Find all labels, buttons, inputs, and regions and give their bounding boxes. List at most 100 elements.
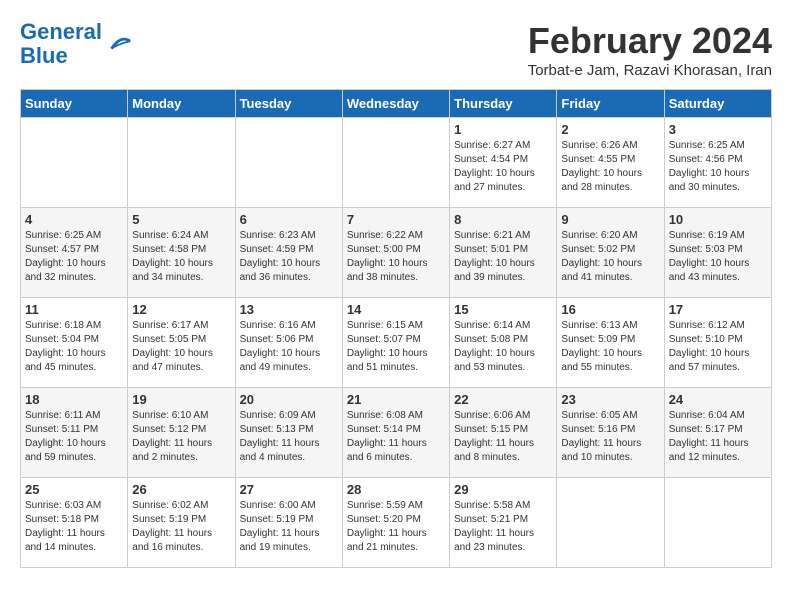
day-info: Sunrise: 6:16 AM Sunset: 5:06 PM Dayligh… xyxy=(240,319,338,375)
day-number: 6 xyxy=(240,212,338,227)
day-number: 11 xyxy=(25,302,123,317)
day-info: Sunrise: 6:19 AM Sunset: 5:03 PM Dayligh… xyxy=(669,229,767,285)
calendar-cell: 2Sunrise: 6:26 AM Sunset: 4:55 PM Daylig… xyxy=(557,118,664,208)
calendar-cell: 6 Sunrise: 6:23 AM Sunset: 4:59 PM Daylig… xyxy=(235,208,342,298)
calendar-cell: 14 Sunrise: 6:15 AM Sunset: 5:07 PM Dayli… xyxy=(342,298,449,388)
day-info: Sunrise: 6:23 AM Sunset: 4:59 PM Dayligh… xyxy=(240,229,338,285)
calendar-week-row: 1 Sunrise: 6:27 AM Sunset: 4:54 PM Daylig… xyxy=(21,118,772,208)
day-number: 16 xyxy=(561,302,659,317)
day-number: 7 xyxy=(347,212,445,227)
day-number: 29 xyxy=(454,482,552,497)
calendar-week-row: 4Sunrise: 6:25 AM Sunset: 4:57 PM Daylig… xyxy=(21,208,772,298)
calendar-cell xyxy=(21,118,128,208)
header-saturday: Saturday xyxy=(664,90,771,118)
day-info: Sunrise: 6:10 AM Sunset: 5:12 PM Dayligh… xyxy=(132,409,230,465)
day-number: 3 xyxy=(669,122,767,137)
calendar-cell: 3 Sunrise: 6:25 AM Sunset: 4:56 PM Daylig… xyxy=(664,118,771,208)
day-number: 12 xyxy=(132,302,230,317)
calendar-cell: 8 Sunrise: 6:21 AM Sunset: 5:01 PM Daylig… xyxy=(450,208,557,298)
calendar-cell: 21 Sunrise: 6:08 AM Sunset: 5:14 PM Dayli… xyxy=(342,388,449,478)
calendar-cell: 10 Sunrise: 6:19 AM Sunset: 5:03 PM Dayli… xyxy=(664,208,771,298)
calendar-cell xyxy=(664,478,771,568)
calendar-cell xyxy=(342,118,449,208)
day-info: Sunrise: 6:04 AM Sunset: 5:17 PM Dayligh… xyxy=(669,409,767,465)
calendar-cell: 23Sunrise: 6:05 AM Sunset: 5:16 PM Dayli… xyxy=(557,388,664,478)
day-number: 2 xyxy=(561,122,659,137)
day-info: Sunrise: 6:21 AM Sunset: 5:01 PM Dayligh… xyxy=(454,229,552,285)
logo-text: GeneralBlue xyxy=(20,20,102,68)
day-number: 18 xyxy=(25,392,123,407)
day-info: Sunrise: 6:11 AM Sunset: 5:11 PM Dayligh… xyxy=(25,409,123,465)
calendar-cell: 1 Sunrise: 6:27 AM Sunset: 4:54 PM Daylig… xyxy=(450,118,557,208)
calendar-cell: 27 Sunrise: 6:00 AM Sunset: 5:19 PM Dayli… xyxy=(235,478,342,568)
calendar-cell: 19Sunrise: 6:10 AM Sunset: 5:12 PM Dayli… xyxy=(128,388,235,478)
day-info: Sunrise: 6:13 AM Sunset: 5:09 PM Dayligh… xyxy=(561,319,659,375)
calendar-cell: 9 Sunrise: 6:20 AM Sunset: 5:02 PM Daylig… xyxy=(557,208,664,298)
day-info: Sunrise: 5:58 AM Sunset: 5:21 PM Dayligh… xyxy=(454,499,552,555)
day-number: 24 xyxy=(669,392,767,407)
calendar-week-row: 18 Sunrise: 6:11 AM Sunset: 5:11 PM Dayli… xyxy=(21,388,772,478)
day-info: Sunrise: 6:15 AM Sunset: 5:07 PM Dayligh… xyxy=(347,319,445,375)
calendar-cell: 24 Sunrise: 6:04 AM Sunset: 5:17 PM Dayli… xyxy=(664,388,771,478)
header-sunday: Sunday xyxy=(21,90,128,118)
day-number: 14 xyxy=(347,302,445,317)
calendar-cell: 4Sunrise: 6:25 AM Sunset: 4:57 PM Daylig… xyxy=(21,208,128,298)
calendar-cell: 5Sunrise: 6:24 AM Sunset: 4:58 PM Daylig… xyxy=(128,208,235,298)
calendar-cell: 11 Sunrise: 6:18 AM Sunset: 5:04 PM Dayli… xyxy=(21,298,128,388)
day-info: Sunrise: 6:18 AM Sunset: 5:04 PM Dayligh… xyxy=(25,319,123,375)
day-number: 1 xyxy=(454,122,552,137)
logo: GeneralBlue xyxy=(20,20,132,68)
day-number: 22 xyxy=(454,392,552,407)
day-info: Sunrise: 6:14 AM Sunset: 5:08 PM Dayligh… xyxy=(454,319,552,375)
day-number: 17 xyxy=(669,302,767,317)
day-info: Sunrise: 6:25 AM Sunset: 4:56 PM Dayligh… xyxy=(669,139,767,195)
location-subtitle: Torbat-e Jam, Razavi Khorasan, Iran xyxy=(528,62,772,79)
day-number: 25 xyxy=(25,482,123,497)
calendar-cell: 29 Sunrise: 5:58 AM Sunset: 5:21 PM Dayli… xyxy=(450,478,557,568)
day-info: Sunrise: 6:05 AM Sunset: 5:16 PM Dayligh… xyxy=(561,409,659,465)
month-title: February 2024 xyxy=(528,20,772,62)
day-number: 27 xyxy=(240,482,338,497)
calendar-cell: 18 Sunrise: 6:11 AM Sunset: 5:11 PM Dayli… xyxy=(21,388,128,478)
calendar-cell: 26 Sunrise: 6:02 AM Sunset: 5:19 PM Dayli… xyxy=(128,478,235,568)
calendar-cell xyxy=(557,478,664,568)
calendar-cell: 17Sunrise: 6:12 AM Sunset: 5:10 PM Dayli… xyxy=(664,298,771,388)
day-number: 21 xyxy=(347,392,445,407)
calendar-cell: 12 Sunrise: 6:17 AM Sunset: 5:05 PM Dayli… xyxy=(128,298,235,388)
header-tuesday: Tuesday xyxy=(235,90,342,118)
title-section: February 2024 Torbat-e Jam, Razavi Khora… xyxy=(528,20,772,79)
calendar-cell: 28Sunrise: 5:59 AM Sunset: 5:20 PM Dayli… xyxy=(342,478,449,568)
day-info: Sunrise: 6:08 AM Sunset: 5:14 PM Dayligh… xyxy=(347,409,445,465)
calendar-week-row: 11 Sunrise: 6:18 AM Sunset: 5:04 PM Dayli… xyxy=(21,298,772,388)
day-number: 20 xyxy=(240,392,338,407)
day-info: Sunrise: 6:27 AM Sunset: 4:54 PM Dayligh… xyxy=(454,139,552,195)
day-number: 10 xyxy=(669,212,767,227)
day-info: Sunrise: 5:59 AM Sunset: 5:20 PM Dayligh… xyxy=(347,499,445,555)
calendar-table: Sunday Monday Tuesday Wednesday Thursday… xyxy=(20,89,772,568)
header-wednesday: Wednesday xyxy=(342,90,449,118)
day-info: Sunrise: 6:00 AM Sunset: 5:19 PM Dayligh… xyxy=(240,499,338,555)
day-number: 13 xyxy=(240,302,338,317)
header-monday: Monday xyxy=(128,90,235,118)
day-info: Sunrise: 6:06 AM Sunset: 5:15 PM Dayligh… xyxy=(454,409,552,465)
day-info: Sunrise: 6:02 AM Sunset: 5:19 PM Dayligh… xyxy=(132,499,230,555)
day-number: 8 xyxy=(454,212,552,227)
calendar-cell: 20Sunrise: 6:09 AM Sunset: 5:13 PM Dayli… xyxy=(235,388,342,478)
page-header: GeneralBlue February 2024 Torbat-e Jam, … xyxy=(20,20,772,79)
day-info: Sunrise: 6:22 AM Sunset: 5:00 PM Dayligh… xyxy=(347,229,445,285)
calendar-cell: 7 Sunrise: 6:22 AM Sunset: 5:00 PM Daylig… xyxy=(342,208,449,298)
day-info: Sunrise: 6:20 AM Sunset: 5:02 PM Dayligh… xyxy=(561,229,659,285)
calendar-cell: 13 Sunrise: 6:16 AM Sunset: 5:06 PM Dayli… xyxy=(235,298,342,388)
calendar-week-row: 25 Sunrise: 6:03 AM Sunset: 5:18 PM Dayli… xyxy=(21,478,772,568)
header-friday: Friday xyxy=(557,90,664,118)
calendar-body: 1 Sunrise: 6:27 AM Sunset: 4:54 PM Daylig… xyxy=(21,118,772,568)
day-number: 4 xyxy=(25,212,123,227)
day-info: Sunrise: 6:03 AM Sunset: 5:18 PM Dayligh… xyxy=(25,499,123,555)
day-info: Sunrise: 6:17 AM Sunset: 5:05 PM Dayligh… xyxy=(132,319,230,375)
calendar-cell xyxy=(128,118,235,208)
calendar-cell: 15Sunrise: 6:14 AM Sunset: 5:08 PM Dayli… xyxy=(450,298,557,388)
calendar-cell: 25 Sunrise: 6:03 AM Sunset: 5:18 PM Dayli… xyxy=(21,478,128,568)
day-number: 26 xyxy=(132,482,230,497)
day-number: 9 xyxy=(561,212,659,227)
calendar-cell: 22 Sunrise: 6:06 AM Sunset: 5:15 PM Dayli… xyxy=(450,388,557,478)
